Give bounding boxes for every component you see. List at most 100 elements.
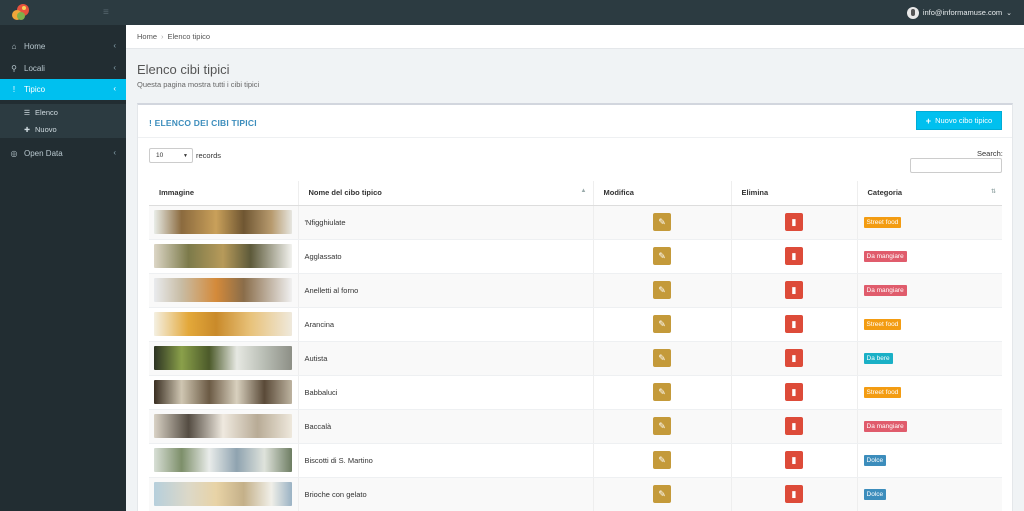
column-label: Categoria — [867, 188, 903, 198]
category-cell: Da mangiare — [857, 239, 1002, 274]
edit-cell: ✎ — [593, 409, 732, 444]
image-cell — [149, 307, 299, 342]
edit-icon[interactable]: ✎ — [653, 349, 671, 367]
records-length-select[interactable]: 10 ▼ — [149, 148, 193, 163]
trash-icon[interactable]: ▮ — [785, 281, 803, 299]
edit-icon[interactable]: ✎ — [653, 247, 671, 265]
column-label: Modifica — [603, 188, 634, 198]
edit-cell: ✎ — [593, 205, 732, 240]
category-badge: Dolce — [863, 454, 887, 466]
trash-icon[interactable]: ▮ — [785, 451, 803, 469]
column-label: Elimina — [741, 188, 769, 198]
edit-cell: ✎ — [593, 443, 732, 478]
plus-icon: + — [925, 115, 932, 126]
breadcrumb: Home › Elenco tipico — [126, 25, 1024, 49]
sidebar-item-locali[interactable]: ⚲ Locali ‹ — [0, 58, 126, 79]
delete-cell: ▮ — [731, 443, 858, 478]
column-header-category[interactable]: Categoria ⇅ — [857, 181, 1002, 206]
image-cell — [149, 477, 299, 511]
category-badge: Da bere — [863, 352, 893, 364]
trash-icon[interactable]: ▮ — [785, 417, 803, 435]
search-label: Search: — [977, 149, 1003, 158]
chevron-left-icon: ‹ — [113, 41, 116, 50]
page-title: Elenco cibi tipici — [137, 62, 230, 77]
edit-icon[interactable]: ✎ — [653, 485, 671, 503]
food-name-cell: 'Nfigghiulate — [298, 205, 594, 240]
sidebar-subitem-nuovo[interactable]: ✚ Nuovo — [0, 121, 126, 138]
delete-cell: ▮ — [731, 273, 858, 308]
sidebar: ⌂ Home ‹ ⚲ Locali ‹ ! Tipico ‹ ☰ Elenco … — [0, 25, 126, 511]
new-typical-food-button[interactable]: + Nuovo cibo tipico — [916, 111, 1002, 130]
edit-icon[interactable]: ✎ — [653, 451, 671, 469]
table-row: Baccalà ✎ ▮ Da mangiare — [149, 409, 1002, 444]
food-thumbnail — [154, 244, 292, 268]
food-thumbnail — [154, 414, 292, 438]
records-length-control: 10 ▼ records — [149, 148, 221, 163]
column-header-edit[interactable]: Modifica — [593, 181, 732, 206]
image-cell — [149, 443, 299, 478]
sidebar-item-home[interactable]: ⌂ Home ‹ — [0, 36, 126, 57]
table-row: Babbaluci ✎ ▮ Street food — [149, 375, 1002, 410]
chevron-down-icon: ⌄ — [1006, 9, 1012, 17]
image-cell — [149, 239, 299, 274]
sidebar-item-label: Open Data — [24, 149, 63, 158]
trash-icon[interactable]: ▮ — [785, 349, 803, 367]
delete-cell: ▮ — [731, 205, 858, 240]
trash-icon[interactable]: ▮ — [785, 247, 803, 265]
sidebar-toggle-icon[interactable]: ≡ — [103, 8, 112, 18]
edit-icon[interactable]: ✎ — [653, 213, 671, 231]
sort-both-icon: ⇅ — [990, 189, 996, 195]
sidebar-subitem-elenco[interactable]: ☰ Elenco — [0, 104, 126, 121]
trash-icon[interactable]: ▮ — [785, 315, 803, 333]
panel-title: ! ELENCO DEI CIBI TIPICI — [149, 118, 257, 128]
image-cell — [149, 409, 299, 444]
food-thumbnail — [154, 312, 292, 336]
records-label: records — [196, 151, 222, 160]
category-cell: Da mangiare — [857, 409, 1002, 444]
category-badge: Street food — [863, 216, 902, 228]
sidebar-item-open-data[interactable]: ◎ Open Data ‹ — [0, 143, 126, 164]
category-cell: Da bere — [857, 341, 1002, 376]
category-badge: Street food — [863, 318, 902, 330]
trash-icon[interactable]: ▮ — [785, 213, 803, 231]
column-header-image[interactable]: Immagine — [149, 181, 299, 206]
page-subtitle: Questa pagina mostra tutti i cibi tipici — [137, 80, 260, 89]
user-menu[interactable]: info@informamuse.com ⌄ — [906, 6, 1012, 19]
user-avatar-icon — [906, 6, 919, 19]
app-logo-icon[interactable] — [10, 3, 30, 22]
category-badge: Dolce — [863, 488, 887, 500]
records-length-value: 10 — [156, 152, 164, 159]
edit-cell: ✎ — [593, 307, 732, 342]
edit-icon[interactable]: ✎ — [653, 417, 671, 435]
sort-asc-icon: ▲ — [580, 188, 587, 194]
chevron-left-icon: ‹ — [113, 148, 116, 157]
thermometer-icon: ! — [12, 85, 16, 94]
sidebar-item-tipico[interactable]: ! Tipico ‹ — [0, 79, 126, 100]
column-header-delete[interactable]: Elimina — [731, 181, 858, 206]
breadcrumb-home-link[interactable]: Home — [137, 32, 157, 41]
category-badge: Da mangiare — [863, 250, 907, 262]
trash-icon[interactable]: ▮ — [785, 383, 803, 401]
trash-icon[interactable]: ▮ — [785, 485, 803, 503]
food-name: Anelletti al forno — [304, 285, 359, 295]
food-name: Arancina — [304, 319, 335, 329]
sidebar-subitem-label: Nuovo — [35, 125, 57, 134]
list-icon: ☰ — [23, 109, 31, 117]
panel-header: ! ELENCO DEI CIBI TIPICI + Nuovo cibo ti… — [138, 105, 1012, 138]
chevron-left-icon: ‹ — [113, 84, 116, 93]
category-badge: Da mangiare — [863, 284, 907, 296]
food-name-cell: Babbaluci — [298, 375, 594, 410]
sidebar-item-label: Locali — [24, 64, 45, 73]
sidebar-item-label: Home — [24, 42, 46, 51]
delete-cell: ▮ — [731, 341, 858, 376]
food-name: 'Nfigghiulate — [304, 217, 346, 227]
category-cell: Da mangiare — [857, 273, 1002, 308]
table-row: Biscotti di S. Martino ✎ ▮ Dolce — [149, 443, 1002, 478]
delete-cell: ▮ — [731, 375, 858, 410]
edit-icon[interactable]: ✎ — [653, 383, 671, 401]
edit-icon[interactable]: ✎ — [653, 315, 671, 333]
sidebar-subitem-label: Elenco — [35, 108, 58, 117]
column-header-name[interactable]: Nome del cibo tipico ▲ — [298, 181, 594, 206]
edit-icon[interactable]: ✎ — [653, 281, 671, 299]
search-input[interactable] — [910, 158, 1002, 173]
